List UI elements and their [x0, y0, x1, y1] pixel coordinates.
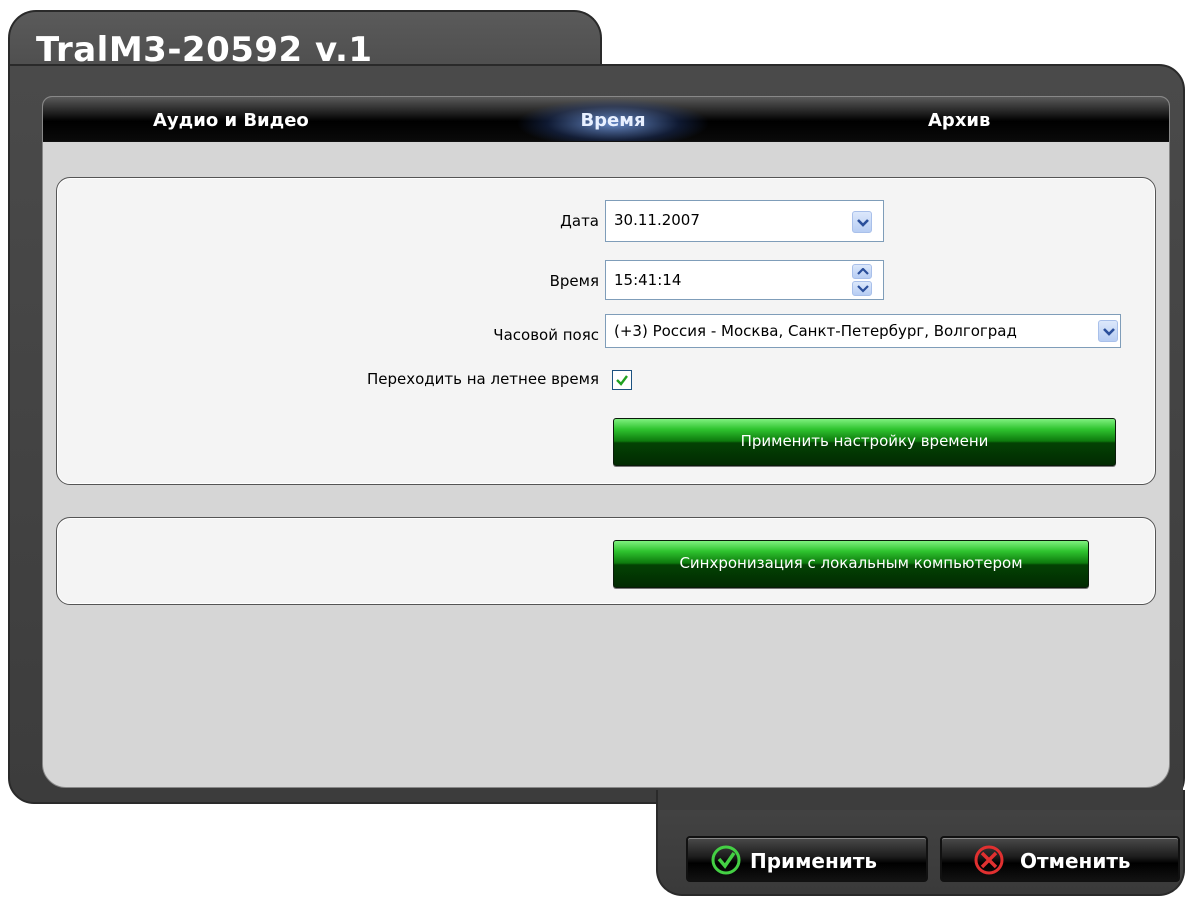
time-settings-group: Дата 30.11.2007 Время 15:41:14 Часовой п…	[56, 177, 1156, 485]
cancel-circle-icon	[974, 845, 1004, 875]
date-value: 30.11.2007	[614, 211, 700, 229]
spin-down-button[interactable]	[852, 281, 872, 296]
time-spinner[interactable]	[852, 264, 872, 296]
tab-bar: Аудио и Видео Время Архив	[43, 97, 1169, 142]
tab-archive[interactable]: Архив	[928, 97, 990, 141]
check-circle-icon	[711, 845, 741, 875]
sync-group: Синхронизация с локальным компьютером	[56, 517, 1156, 605]
timezone-value: (+3) Россия - Москва, Санкт-Петербург, В…	[614, 322, 1017, 340]
date-dropdown-button[interactable]	[852, 211, 872, 233]
spin-up-button[interactable]	[852, 264, 872, 279]
checkmark-icon	[616, 375, 628, 386]
app-title: TralM3-20592 v.1	[36, 30, 373, 70]
timezone-dropdown-button[interactable]	[1098, 320, 1118, 342]
time-label: Время	[549, 272, 599, 290]
apply-button[interactable]: Применить	[686, 836, 928, 882]
chevron-down-icon	[857, 285, 869, 293]
date-field[interactable]: 30.11.2007	[605, 200, 884, 242]
chevron-down-icon	[857, 219, 869, 227]
tab-audio-video[interactable]: Аудио и Видео	[153, 97, 309, 141]
tab-time[interactable]: Время	[513, 97, 713, 141]
date-label: Дата	[560, 212, 599, 230]
time-field[interactable]: 15:41:14	[605, 260, 884, 300]
chevron-up-icon	[857, 268, 869, 275]
time-value: 15:41:14	[614, 271, 682, 289]
apply-label: Применить	[750, 849, 878, 873]
dst-checkbox[interactable]	[612, 370, 632, 390]
cancel-label: Отменить	[1020, 849, 1131, 873]
cancel-button[interactable]: Отменить	[940, 836, 1180, 882]
dst-label: Переходить на летнее время	[366, 370, 599, 388]
timezone-select[interactable]: (+3) Россия - Москва, Санкт-Петербург, В…	[605, 314, 1121, 348]
chevron-down-icon	[1103, 328, 1115, 336]
apply-time-button[interactable]: Применить настройку времени	[613, 418, 1116, 466]
settings-panel: Аудио и Видео Время Архив Дата 30.11.200…	[42, 96, 1170, 788]
sync-button[interactable]: Синхронизация с локальным компьютером	[613, 540, 1089, 588]
timezone-label: Часовой пояс	[493, 326, 599, 344]
